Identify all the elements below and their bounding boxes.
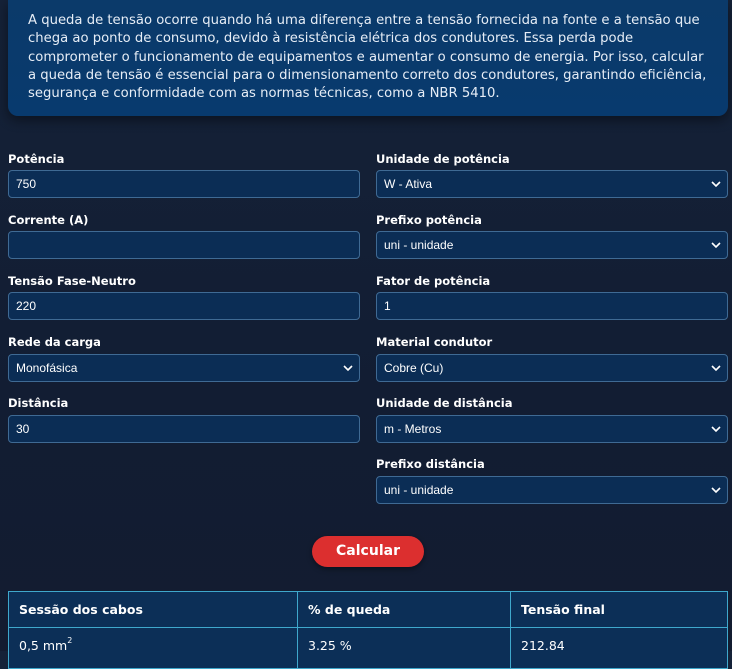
unidade-distancia-selected-value: m - Metros — [384, 422, 442, 436]
chevron-down-icon — [343, 365, 353, 372]
header-secao: Sessão dos cabos — [9, 592, 298, 627]
fator-potencia-label: Fator de potência — [376, 274, 491, 288]
chevron-down-icon — [711, 181, 721, 188]
cell-tensao-final: 212.84 — [521, 638, 565, 653]
prefixo-distancia-selected-value: uni - unidade — [384, 483, 454, 497]
rede-select[interactable]: Monofásica — [8, 354, 360, 382]
material-label: Material condutor — [376, 335, 493, 349]
chevron-down-icon — [711, 365, 721, 372]
unidade-potencia-selected-value: W - Ativa — [384, 177, 433, 191]
distancia-label: Distância — [8, 396, 69, 410]
tensao-label: Tensão Fase-Neutro — [8, 274, 136, 288]
prefixo-potencia-label: Prefixo potência — [376, 213, 482, 227]
intro-text: A queda de tensão ocorre quando há uma d… — [28, 13, 707, 102]
corrente-label: Corrente (A) — [8, 213, 89, 227]
unidade-distancia-label: Unidade de distância — [376, 396, 513, 410]
rede-selected-value: Monofásica — [16, 361, 78, 375]
chevron-down-icon — [711, 242, 721, 249]
corrente-input[interactable] — [8, 231, 360, 259]
prefixo-distancia-select[interactable]: uni - unidade — [376, 476, 728, 504]
fator-potencia-input[interactable] — [376, 292, 728, 320]
header-queda: % de queda — [298, 592, 511, 627]
chevron-down-icon — [711, 426, 721, 433]
prefixo-distancia-label: Prefixo distância — [376, 457, 485, 471]
material-selected-value: Cobre (Cu) — [384, 361, 444, 375]
header-tensao-final: Tensão final — [521, 602, 605, 617]
chevron-down-icon — [711, 487, 721, 494]
table-header-row: Sessão dos cabos % de queda Tensão final — [9, 592, 727, 628]
prefixo-potencia-select[interactable]: uni - unidade — [376, 231, 728, 259]
distancia-input[interactable] — [8, 415, 360, 443]
tensao-input[interactable] — [8, 292, 360, 320]
table-row: 0,5 mm 2 3.25 % 212.84 — [9, 628, 727, 668]
unidade-potencia-select[interactable]: W - Ativa — [376, 170, 728, 198]
cell-secao: 0,5 mm 2 — [9, 628, 298, 668]
material-select[interactable]: Cobre (Cu) — [376, 354, 728, 382]
cell-queda: 3.25 % — [298, 628, 511, 668]
unidade-potencia-label: Unidade de potência — [376, 152, 510, 166]
potencia-input[interactable] — [8, 170, 360, 198]
rede-label: Rede da carga — [8, 335, 101, 349]
cell-secao-exponent: 2 — [67, 636, 73, 645]
unidade-distancia-select[interactable]: m - Metros — [376, 415, 728, 443]
intro-panel: A queda de tensão ocorre quando há uma d… — [8, 0, 728, 116]
prefixo-potencia-selected-value: uni - unidade — [384, 238, 454, 252]
potencia-label: Potência — [8, 152, 65, 166]
results-table: Sessão dos cabos % de queda Tensão final… — [8, 591, 728, 669]
calcular-button[interactable]: Calcular — [312, 536, 424, 567]
